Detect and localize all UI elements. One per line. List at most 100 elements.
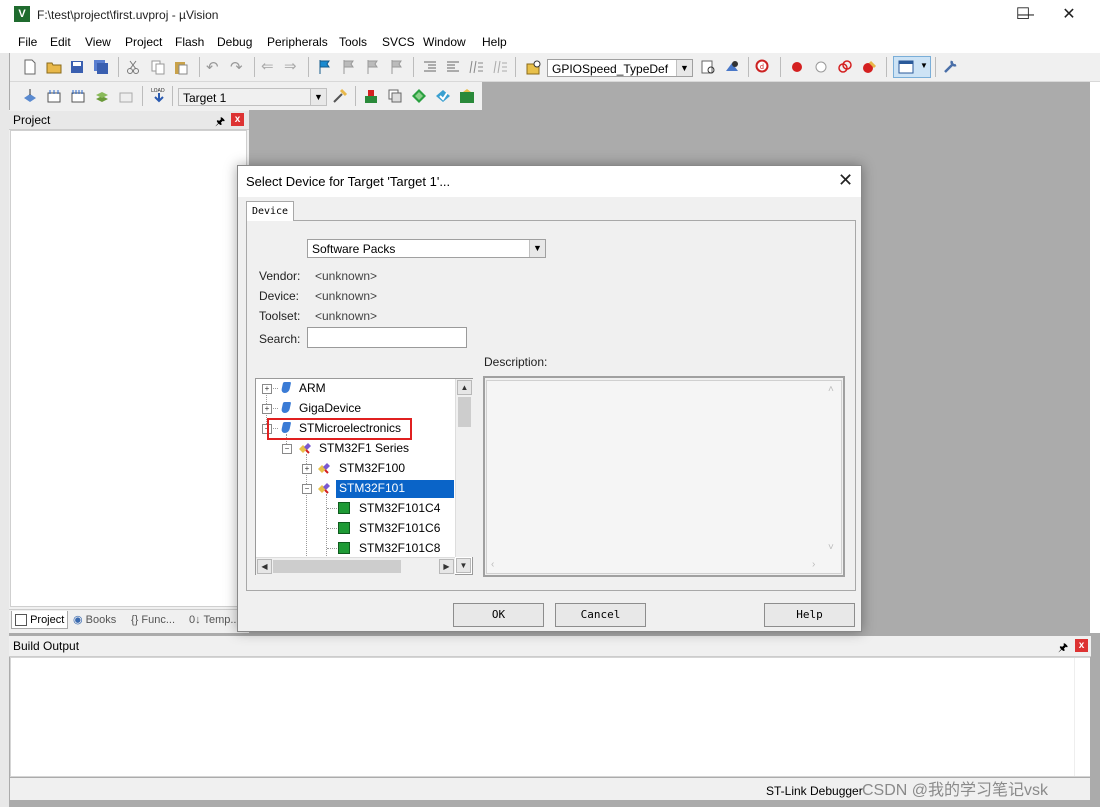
menu-help[interactable]: Help bbox=[482, 35, 507, 49]
menu-window[interactable]: Window bbox=[423, 35, 466, 49]
menu-svcs[interactable]: SVCS bbox=[382, 35, 415, 49]
scroll-left-icon[interactable]: ‹ bbox=[491, 559, 494, 570]
build-icon[interactable] bbox=[46, 88, 62, 104]
save-all-icon[interactable] bbox=[93, 59, 109, 75]
menu-project[interactable]: Project bbox=[125, 35, 162, 49]
bookmark-icon[interactable] bbox=[317, 59, 333, 75]
find-combo[interactable]: GPIOSpeed_TypeDef ▼ bbox=[547, 59, 693, 77]
menu-tools[interactable]: Tools bbox=[339, 35, 367, 49]
pack-installer-icon[interactable] bbox=[459, 88, 475, 104]
scroll-up-icon[interactable]: ˄ bbox=[828, 384, 834, 395]
scroll-down-icon[interactable]: ▼ bbox=[456, 558, 471, 573]
open-folder-icon[interactable] bbox=[46, 59, 62, 75]
cancel-button[interactable]: Cancel bbox=[555, 603, 646, 627]
ok-button[interactable]: OK bbox=[453, 603, 544, 627]
rebuild-icon[interactable] bbox=[70, 88, 86, 104]
redo-icon[interactable]: ↷ bbox=[230, 58, 243, 76]
menu-flash[interactable]: Flash bbox=[175, 35, 204, 49]
scroll-left-icon[interactable]: ◀ bbox=[257, 559, 272, 574]
tree-family-stm32f101[interactable]: STM32F101 bbox=[339, 479, 405, 497]
collapse-icon[interactable]: − bbox=[302, 484, 312, 494]
project-tree[interactable] bbox=[10, 130, 247, 607]
browse-icon[interactable] bbox=[724, 59, 740, 75]
menu-peripherals[interactable]: Peripherals bbox=[267, 35, 328, 49]
unindent-icon[interactable] bbox=[445, 59, 461, 75]
translate-icon[interactable] bbox=[22, 88, 38, 104]
batch-build-icon[interactable] bbox=[94, 88, 110, 104]
kill-all-breakpoints-icon[interactable] bbox=[861, 59, 877, 75]
tree-device-stm32f101c6[interactable]: STM32F101C6 bbox=[359, 519, 440, 537]
indent-icon[interactable] bbox=[422, 59, 438, 75]
comment-icon[interactable] bbox=[468, 59, 484, 75]
menu-edit[interactable]: Edit bbox=[50, 35, 71, 49]
device-tree-vertical-scrollbar[interactable]: ▲ bbox=[455, 379, 473, 557]
expand-icon[interactable]: + bbox=[262, 384, 272, 394]
cut-icon[interactable] bbox=[125, 59, 141, 75]
device-tree-horizontal-scrollbar[interactable]: ◀ ▶ bbox=[256, 557, 455, 575]
scroll-thumb[interactable] bbox=[458, 397, 471, 427]
disable-breakpoint-icon[interactable] bbox=[813, 59, 829, 75]
collapse-icon[interactable]: − bbox=[282, 444, 292, 454]
download-load-icon[interactable]: LOAD bbox=[150, 86, 168, 106]
manage-rte-icon[interactable] bbox=[435, 88, 451, 104]
tab-project[interactable]: Project bbox=[11, 611, 68, 629]
save-icon[interactable] bbox=[69, 59, 85, 75]
new-file-icon[interactable] bbox=[22, 59, 38, 75]
dialog-close-icon[interactable]: ✕ bbox=[838, 170, 853, 191]
close-window-button[interactable]: ✕ bbox=[1046, 0, 1092, 31]
tree-device-stm32f101c8[interactable]: STM32F101C8 bbox=[359, 539, 440, 557]
undo-icon[interactable]: ↶ bbox=[206, 58, 219, 76]
prev-bookmark-icon[interactable] bbox=[341, 59, 357, 75]
tree-series-stm32f1[interactable]: STM32F1 Series bbox=[319, 439, 409, 457]
menu-debug[interactable]: Debug bbox=[217, 35, 252, 49]
target-select[interactable]: Target 1 ▼ bbox=[178, 88, 327, 106]
scroll-up-icon[interactable]: ▲ bbox=[457, 380, 472, 395]
select-packs-icon[interactable] bbox=[411, 88, 427, 104]
expand-icon[interactable]: + bbox=[302, 464, 312, 474]
project-panel-close-icon[interactable]: x bbox=[231, 113, 244, 126]
build-output-scrollbar[interactable] bbox=[1074, 658, 1090, 776]
scroll-right-icon[interactable]: ▶ bbox=[439, 559, 454, 574]
tab-device[interactable]: Device bbox=[246, 201, 294, 221]
tree-family-stm32f100[interactable]: STM32F100 bbox=[339, 459, 405, 477]
device-search-input[interactable] bbox=[307, 327, 467, 348]
paste-icon[interactable] bbox=[173, 59, 189, 75]
software-packs-select[interactable]: Software Packs ▼ bbox=[307, 239, 546, 258]
chevron-down-icon[interactable]: ▼ bbox=[529, 240, 545, 257]
build-output-close-icon[interactable]: x bbox=[1075, 639, 1088, 652]
tab-functions[interactable]: {} Func... bbox=[128, 611, 189, 629]
insert-breakpoint-icon[interactable] bbox=[789, 59, 805, 75]
menu-file[interactable]: File bbox=[18, 35, 37, 49]
uncomment-icon[interactable] bbox=[492, 59, 508, 75]
help-button[interactable]: Help bbox=[764, 603, 855, 627]
start-debug-icon[interactable]: d bbox=[755, 59, 771, 75]
window-layout-dropdown[interactable]: ▼ bbox=[893, 56, 931, 78]
tree-device-stm32f101c4[interactable]: STM32F101C4 bbox=[359, 499, 440, 517]
scroll-thumb[interactable] bbox=[273, 560, 401, 573]
scroll-right-icon[interactable]: › bbox=[812, 559, 815, 570]
tab-books[interactable]: ◉ Books bbox=[70, 611, 131, 629]
menu-view[interactable]: View bbox=[85, 35, 111, 49]
copy-icon[interactable] bbox=[150, 59, 166, 75]
chevron-down-icon[interactable]: ▼ bbox=[676, 60, 692, 76]
pin-icon[interactable]: 🖈 bbox=[1058, 639, 1068, 658]
navigate-back-icon[interactable]: ⇐ bbox=[261, 57, 274, 75]
tree-vendor-gigadevice[interactable]: GigaDevice bbox=[299, 399, 361, 417]
scroll-down-icon[interactable]: ˅ bbox=[828, 542, 834, 553]
configure-wrench-icon[interactable] bbox=[942, 59, 958, 75]
tree-vendor-arm[interactable]: ARM bbox=[299, 379, 326, 397]
incremental-find-icon[interactable] bbox=[700, 59, 716, 75]
find-in-files-icon[interactable] bbox=[526, 59, 542, 75]
clear-bookmarks-icon[interactable] bbox=[389, 59, 405, 75]
build-output-pane[interactable] bbox=[10, 657, 1090, 777]
manage-project-items-icon[interactable] bbox=[363, 88, 379, 104]
target-options-icon[interactable] bbox=[332, 88, 348, 104]
disable-all-breakpoints-icon[interactable] bbox=[837, 59, 853, 75]
file-extensions-icon[interactable] bbox=[387, 88, 403, 104]
navigate-forward-icon[interactable]: ⇒ bbox=[284, 57, 297, 75]
next-bookmark-icon[interactable] bbox=[365, 59, 381, 75]
description-text-area[interactable] bbox=[486, 380, 842, 574]
stop-build-icon[interactable] bbox=[118, 88, 134, 104]
expand-icon[interactable]: + bbox=[262, 404, 272, 414]
chevron-down-icon[interactable]: ▼ bbox=[310, 89, 326, 105]
